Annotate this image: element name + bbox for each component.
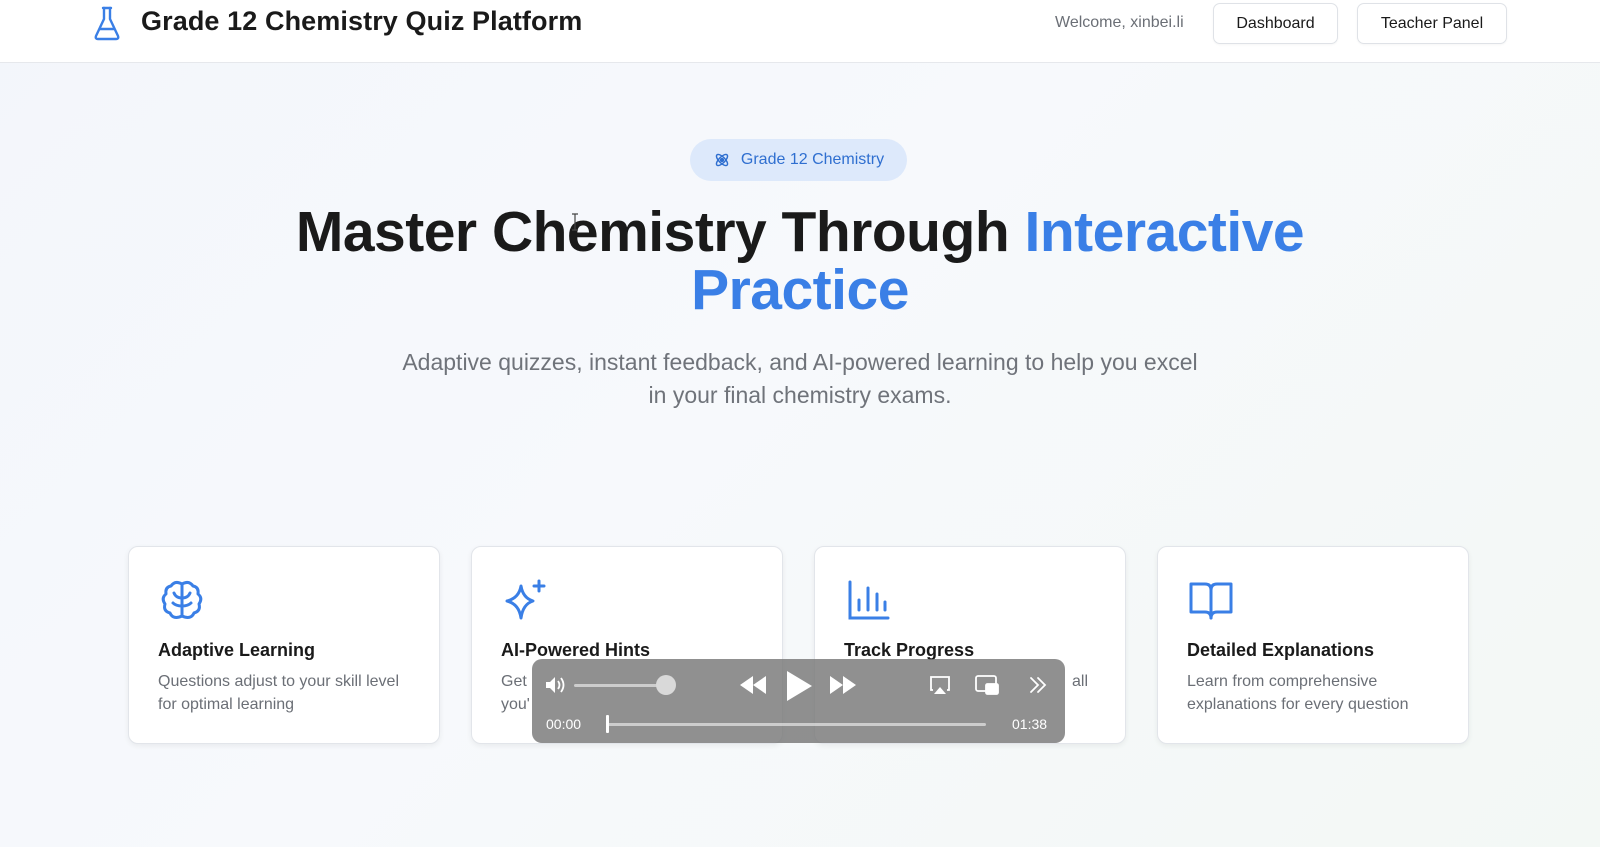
video-player-controls[interactable]: 00:00 01:38 xyxy=(532,659,1065,743)
volume-icon[interactable] xyxy=(544,675,568,695)
feature-card-detailed-explanations: Detailed Explanations Learn from compreh… xyxy=(1157,546,1469,744)
top-navbar: Grade 12 Chemistry Quiz Platform Welcome… xyxy=(0,0,1600,63)
total-duration: 01:38 xyxy=(1012,716,1048,732)
chevron-double-right-icon[interactable] xyxy=(1028,675,1048,695)
feature-title: Track Progress xyxy=(844,640,975,660)
bar-chart-icon xyxy=(848,580,890,620)
hero-title-main: Master Chemistry Through xyxy=(295,200,1010,264)
feature-title: AI-Powered Hints xyxy=(501,640,651,660)
feature-description: Learn from comprehensive explanations fo… xyxy=(1187,673,1409,713)
hero-title: Master Chemistry Through Interactive Pra… xyxy=(200,203,1400,319)
rewind-icon[interactable] xyxy=(738,673,768,697)
picture-in-picture-icon[interactable] xyxy=(974,673,1000,697)
hero-subtitle: Adaptive quizzes, instant feedback, and … xyxy=(402,349,1198,408)
dashboard-button[interactable]: Dashboard xyxy=(1213,3,1338,44)
welcome-text: Welcome, xinbei.li xyxy=(1055,14,1184,31)
feature-description: Questions adjust to your skill level for… xyxy=(158,673,399,713)
feature-card-adaptive-learning: Adaptive Learning Questions adjust to yo… xyxy=(128,546,440,744)
app-title: Grade 12 Chemistry Quiz Platform xyxy=(141,6,583,36)
current-time: 00:00 xyxy=(546,716,582,732)
teacher-panel-button[interactable]: Teacher Panel xyxy=(1357,3,1507,44)
airplay-icon[interactable] xyxy=(928,673,952,697)
feature-title: Detailed Explanations xyxy=(1187,640,1375,660)
book-open-icon xyxy=(1189,582,1233,620)
flask-icon xyxy=(94,6,120,41)
volume-slider-knob[interactable] xyxy=(656,675,676,695)
feature-description-fragment: all xyxy=(1072,673,1089,690)
seek-playhead[interactable] xyxy=(606,715,609,733)
subject-badge: Grade 12 Chemistry xyxy=(690,139,907,181)
play-icon[interactable] xyxy=(784,669,814,703)
brain-icon xyxy=(161,580,203,619)
volume-slider-track[interactable] xyxy=(574,684,669,687)
fast-forward-icon[interactable] xyxy=(828,673,858,697)
sparkles-icon xyxy=(505,579,546,620)
seek-bar[interactable] xyxy=(606,723,986,726)
feature-title: Adaptive Learning xyxy=(158,640,316,660)
badge-label: Grade 12 Chemistry xyxy=(740,151,885,168)
text-cursor-icon xyxy=(572,213,578,231)
atom-icon xyxy=(715,153,729,167)
